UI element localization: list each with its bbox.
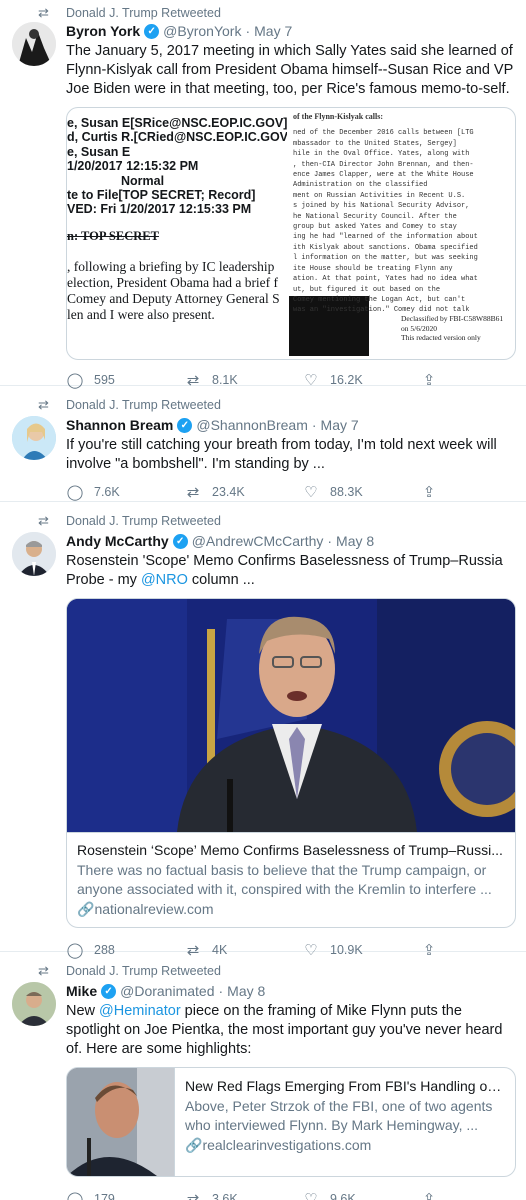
verified-icon: ✓ xyxy=(177,417,193,433)
mention-link[interactable]: @NRO xyxy=(141,572,188,588)
card-image xyxy=(67,1068,175,1176)
tweet-date[interactable]: May 8 xyxy=(336,532,374,550)
retweet-icon: ⇄ xyxy=(38,513,49,528)
tweet-text: If you're still catching your breath fro… xyxy=(66,437,497,472)
retweet-label: Donald J. Trump Retweeted xyxy=(66,398,221,412)
document-left: e, Susan E[SRice@NSC.EOP.IC.GOV] d, Curt… xyxy=(67,116,287,323)
retweet-indicator: ⇄ Donald J. Trump Retweeted xyxy=(0,392,526,418)
tweet-text: The January 5, 2017 meeting in which Sal… xyxy=(66,43,513,97)
tweet-text: Rosenstein 'Scope' Memo Confirms Baseles… xyxy=(66,553,503,588)
card-title: Rosenstein ‘Scope’ Memo Confirms Baseles… xyxy=(77,842,503,858)
author-name[interactable]: Andy McCarthy xyxy=(66,532,169,550)
author-name[interactable]: Byron York xyxy=(66,22,140,40)
reply-icon: ◯ xyxy=(66,1191,84,1200)
share-icon: ⇪ xyxy=(422,484,436,501)
card-description: There was no factual basis to believe th… xyxy=(77,862,492,897)
tweet-andy-mccarthy[interactable]: ⇄ Donald J. Trump Retweeted Andy McCarth… xyxy=(0,502,526,959)
tweet-date[interactable]: May 8 xyxy=(227,982,265,1000)
heart-icon: ♡ xyxy=(304,484,318,501)
verified-icon: ✓ xyxy=(144,23,160,39)
document-right: of the Flynn-Kislyak calls: ned of the D… xyxy=(293,112,478,315)
share-icon: ⇪ xyxy=(422,1191,436,1200)
reply-button[interactable]: ◯ 7.6K xyxy=(66,483,184,501)
reply-icon: ◯ xyxy=(66,484,84,501)
retweet-button[interactable]: ⇄ 3.6K xyxy=(184,1190,302,1200)
retweet-label: Donald J. Trump Retweeted xyxy=(66,964,221,978)
mention-link[interactable]: @Heminator xyxy=(99,1003,181,1019)
verified-icon: ✓ xyxy=(101,983,117,999)
retweet-icon: ⇄ xyxy=(186,484,200,501)
link-card[interactable]: New Red Flags Emerging From FBI's Handli… xyxy=(66,1067,516,1177)
like-button[interactable]: ♡ 88.3K xyxy=(302,483,420,501)
tweet-mike[interactable]: ⇄ Donald J. Trump Retweeted Mike ✓ @Dora… xyxy=(0,952,526,1200)
like-button[interactable]: ♡ 9.6K xyxy=(302,1190,420,1200)
tweet-byron-york[interactable]: ⇄ Donald J. Trump Retweeted Byron York ✓… xyxy=(0,0,526,389)
card-image xyxy=(67,599,515,832)
retweet-indicator: ⇄ Donald J. Trump Retweeted xyxy=(0,508,526,534)
declassified-stamp: Declassified by FBI-C58W88B61 on 5/6/202… xyxy=(401,314,504,342)
retweet-icon: ⇄ xyxy=(38,397,49,412)
avatar[interactable] xyxy=(12,982,56,1026)
share-button[interactable]: ⇪ xyxy=(420,483,448,501)
tweet-actions: ◯ 179 ⇄ 3.6K ♡ 9.6K ⇪ xyxy=(66,1185,516,1200)
tweet-date[interactable]: May 7 xyxy=(321,416,359,434)
link-card[interactable]: Rosenstein ‘Scope’ Memo Confirms Baseles… xyxy=(66,598,516,928)
retweet-label: Donald J. Trump Retweeted xyxy=(66,6,221,20)
author-handle[interactable]: @AndrewCMcCarthy xyxy=(192,532,324,550)
retweet-icon: ⇄ xyxy=(186,1191,200,1200)
author-handle[interactable]: @Doranimated xyxy=(120,982,214,1000)
author-handle[interactable]: @ByronYork xyxy=(163,22,241,40)
card-url: 🔗realclearinvestigations.com xyxy=(185,1137,372,1153)
tweet-date[interactable]: May 7 xyxy=(254,22,292,40)
retweet-icon: ⇄ xyxy=(38,963,49,978)
author-handle[interactable]: @ShannonBream xyxy=(196,416,308,434)
retweet-indicator: ⇄ Donald J. Trump Retweeted xyxy=(0,958,526,984)
link-icon: 🔗 xyxy=(77,901,95,917)
share-button[interactable]: ⇪ xyxy=(420,1190,448,1200)
avatar[interactable] xyxy=(12,416,56,460)
reply-button[interactable]: ◯ 179 xyxy=(66,1190,184,1200)
card-title: New Red Flags Emerging From FBI's Handli… xyxy=(185,1078,505,1094)
verified-icon: ✓ xyxy=(172,533,188,549)
retweet-button[interactable]: ⇄ 23.4K xyxy=(184,483,302,501)
tweet-shannon-bream[interactable]: ⇄ Donald J. Trump Retweeted Shannon Brea… xyxy=(0,386,526,502)
retweet-label: Donald J. Trump Retweeted xyxy=(66,514,221,528)
tweet-text: New @Heminator piece on the framing of M… xyxy=(66,1003,503,1057)
card-description: Above, Peter Strzok of the FBI, one of t… xyxy=(185,1098,493,1133)
author-name[interactable]: Mike xyxy=(66,982,97,1000)
card-url: 🔗nationalreview.com xyxy=(77,901,214,917)
tweet-image[interactable]: e, Susan E[SRice@NSC.EOP.IC.GOV] d, Curt… xyxy=(66,107,516,360)
heart-icon: ♡ xyxy=(304,1191,318,1200)
avatar[interactable] xyxy=(12,22,56,66)
author-name[interactable]: Shannon Bream xyxy=(66,416,173,434)
link-icon: 🔗 xyxy=(185,1137,203,1153)
avatar[interactable] xyxy=(12,532,56,576)
